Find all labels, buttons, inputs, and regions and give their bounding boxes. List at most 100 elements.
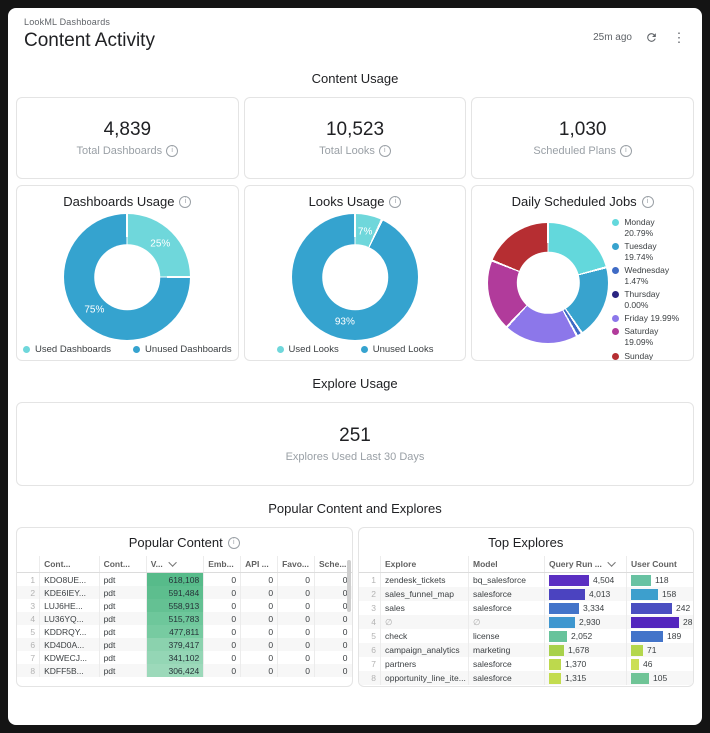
bar-value-label: 242 [676,603,690,613]
column-header[interactable] [17,556,40,573]
sorted-column-header[interactable]: Query Run ... [545,556,627,573]
column-header[interactable]: Cont... [40,556,100,573]
legend-item[interactable]: Sunday18.92% [612,351,693,361]
looks-usage-card: Looks Usage 7%93% Used LooksUnused Looks [244,185,467,361]
info-icon[interactable] [642,196,654,208]
query-run-cell: 4,013 [545,587,627,601]
column-header[interactable]: User Count [627,556,695,573]
table-row[interactable]: 5checklicense2,052189 [359,629,695,643]
column-header[interactable]: Sche... [315,556,352,573]
content-type-cell: pdt [99,612,146,625]
table-row[interactable]: 3LUJ6HE...pdt558,9130000 [17,599,352,612]
views-cell: 341,102 [146,651,203,664]
info-icon[interactable] [620,145,632,157]
column-header[interactable] [359,556,381,573]
model-cell: license [469,629,545,643]
model-cell: marketing [469,643,545,657]
legend-swatch-icon [612,353,619,360]
legend-item[interactable]: Used Looks [277,344,339,355]
table-row[interactable]: 4∅∅2,930281 [359,615,695,629]
legend-item[interactable]: Thursday0.00% [612,289,693,311]
table-row[interactable]: 6KD4D0A...pdt379,4170000 [17,638,352,651]
table-row[interactable]: 4LU36YQ...pdt515,7830000 [17,612,352,625]
column-header[interactable]: Cont... [99,556,146,573]
kpi-value: 10,523 [326,119,384,141]
legend-item[interactable]: Monday20.79% [612,217,693,239]
dashboard-page: LookML Dashboards Content Activity 25m a… [8,8,702,725]
api-cell: 0 [241,586,278,599]
model-cell: bq_salesforce [469,573,545,588]
table-row[interactable]: 6campaign_analyticsmarketing1,67871 [359,643,695,657]
table-row[interactable]: 1KDO8UE...pdt618,1080000 [17,573,352,587]
bar-value-label: 2,052 [571,631,592,641]
row-number-cell: 6 [359,643,381,657]
schedules-cell: 0 [315,625,352,638]
kpi-card-total-dashboards[interactable]: 4,839 Total Dashboards [16,97,239,179]
kpi-card-total-looks[interactable]: 10,523 Total Looks [244,97,467,179]
table-title: Top Explores [488,535,563,550]
favorites-cell: 0 [278,651,315,664]
legend-swatch-icon [612,291,619,298]
legend-label: Thursday0.00% [624,289,659,311]
bar-value-label: 4,013 [589,589,610,599]
value-bar [549,631,567,642]
info-icon[interactable] [179,196,191,208]
explores-used-card[interactable]: 251 Explores Used Last 30 Days [16,402,694,486]
value-bar [631,645,643,656]
table-row[interactable]: 7KDWECJ...pdt341,1020000 [17,651,352,664]
daily-scheduled-jobs-donut[interactable] [488,223,608,343]
refresh-button[interactable] [642,28,660,46]
table-row[interactable]: 2KDE6IEY...pdt591,4840000 [17,586,352,599]
info-icon[interactable] [228,537,240,549]
looks-usage-donut[interactable]: 7%93% [292,214,418,340]
legend-item[interactable]: Wednesday1.47% [612,265,693,287]
value-bar [549,617,575,628]
kpi-card-scheduled-plans[interactable]: 1,030 Scheduled Plans [471,97,694,179]
column-header[interactable]: API ... [241,556,278,573]
bar-value-label: 4,504 [593,575,614,585]
top-explores-table: ExploreModelQuery Run ...User Count 1zen… [359,556,695,685]
value-bar [549,673,561,684]
column-header[interactable]: Emb... [204,556,241,573]
views-cell: 306,424 [146,664,203,677]
legend-item[interactable]: Unused Looks [361,344,434,355]
legend-item[interactable]: Unused Dashboards [133,344,232,355]
legend-item[interactable]: Friday 19.99% [612,313,693,324]
column-header[interactable]: Model [469,556,545,573]
views-cell: 379,417 [146,638,203,651]
row-number-cell: 5 [359,629,381,643]
legend-label: Monday20.79% [624,217,654,239]
info-icon[interactable] [389,196,401,208]
column-header[interactable]: Explore [381,556,469,573]
content-type-cell: pdt [99,664,146,677]
table-row[interactable]: 5KDDRQY...pdt477,8110000 [17,625,352,638]
chart-title: Dashboards Usage [63,194,174,209]
embed-cell: 0 [204,638,241,651]
sorted-column-header[interactable]: V... [146,556,203,573]
schedules-cell: 0 [315,664,352,677]
table-row[interactable]: 1zendesk_ticketsbq_salesforce4,504118 [359,573,695,588]
explore-cell: sales_funnel_map [381,587,469,601]
table-row[interactable]: 8KDFF5B...pdt306,4240000 [17,664,352,677]
more-menu-button[interactable]: ⋮ [670,28,688,46]
value-bar [631,589,658,600]
table-row[interactable]: 7partnerssalesforce1,37046 [359,657,695,671]
legend-item[interactable]: Used Dashboards [23,344,111,355]
content-cell: KD4D0A... [40,638,100,651]
table-row[interactable]: 3salessalesforce3,334242 [359,601,695,615]
dashboards-usage-donut[interactable]: 25%75% [64,214,190,340]
breadcrumb[interactable]: LookML Dashboards [24,17,686,27]
row-number-cell: 2 [17,586,40,599]
info-icon[interactable] [379,145,391,157]
info-icon[interactable] [166,145,178,157]
legend-item[interactable]: Tuesday19.74% [612,241,693,263]
column-header[interactable]: Favo... [278,556,315,573]
table-row[interactable]: 2sales_funnel_mapsalesforce4,013158 [359,587,695,601]
table-row[interactable]: 8opportunity_line_ite...salesforce1,3151… [359,671,695,685]
legend-item[interactable]: Saturday19.09% [612,326,693,348]
legend-label: Used Dashboards [35,344,111,355]
vertical-scrollbar[interactable] [347,560,351,612]
row-number-cell: 4 [359,615,381,629]
refresh-icon [645,31,658,44]
section-title-explore-usage: Explore Usage [8,376,702,391]
